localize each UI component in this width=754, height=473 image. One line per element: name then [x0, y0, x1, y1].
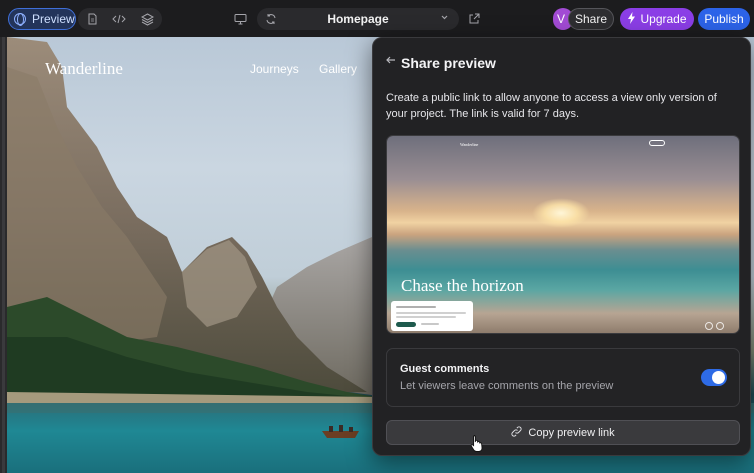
top-toolbar: Preview Homepage V Share Upgrade Publish	[0, 0, 754, 37]
avatar-initial: V	[556, 12, 565, 26]
share-label: Share	[574, 12, 608, 26]
site-logo[interactable]: Wanderline	[45, 59, 123, 79]
thumbnail-headline: Chase the horizon	[401, 276, 524, 295]
canvas-scrollbar[interactable]	[0, 37, 7, 473]
copy-preview-link-button[interactable]: Copy preview link	[386, 420, 740, 445]
chevron-down-icon	[440, 13, 449, 24]
globe-icon	[14, 13, 26, 26]
carousel-prev-icon	[705, 322, 713, 330]
publish-label: Publish	[704, 12, 744, 26]
bolt-icon	[627, 11, 636, 27]
layers-icon[interactable]	[135, 8, 159, 30]
site-nav-gallery[interactable]: Gallery	[319, 62, 357, 76]
external-link-icon[interactable]	[462, 8, 486, 30]
toggle-knob	[712, 371, 725, 384]
desktop-icon[interactable]	[228, 8, 252, 30]
panel-description: Create a public link to allow anyone to …	[386, 92, 717, 120]
thumbnail-cookie-card	[391, 301, 473, 331]
preview-button[interactable]: Preview	[8, 8, 76, 30]
publish-button[interactable]: Publish	[698, 8, 750, 30]
share-button[interactable]: Share	[568, 8, 614, 30]
sun-glow	[532, 198, 590, 228]
guest-comments-toggle[interactable]	[701, 369, 727, 386]
page-name: Homepage	[327, 12, 389, 26]
upgrade-label: Upgrade	[640, 12, 687, 26]
guest-comments-title: Guest comments	[400, 363, 490, 375]
link-icon	[511, 425, 522, 440]
upgrade-button[interactable]: Upgrade	[620, 8, 694, 30]
preview-thumbnail: Wanderline Chase the horizon	[386, 135, 740, 334]
site-nav-journeys[interactable]: Journeys	[250, 62, 299, 76]
sync-icon[interactable]	[259, 8, 283, 30]
page-selector[interactable]: Homepage	[257, 8, 459, 30]
share-preview-panel: Share preview Create a public link to al…	[372, 37, 751, 456]
code-icon[interactable]	[107, 8, 131, 30]
copy-preview-link-label: Copy preview link	[528, 426, 615, 439]
back-arrow-icon[interactable]	[386, 54, 396, 68]
thumbnail-logo: Wanderline	[460, 142, 479, 147]
panel-title: Share preview	[401, 55, 496, 71]
carousel-next-icon	[716, 322, 724, 330]
preview-label: Preview	[32, 12, 75, 26]
guest-comments-setting: Guest comments Let viewers leave comment…	[386, 348, 740, 407]
file-icon[interactable]	[80, 8, 104, 30]
thumbnail-nav-button	[649, 140, 665, 146]
guest-comments-subtitle: Let viewers leave comments on the previe…	[400, 380, 614, 392]
hand-cursor-icon	[470, 434, 484, 458]
